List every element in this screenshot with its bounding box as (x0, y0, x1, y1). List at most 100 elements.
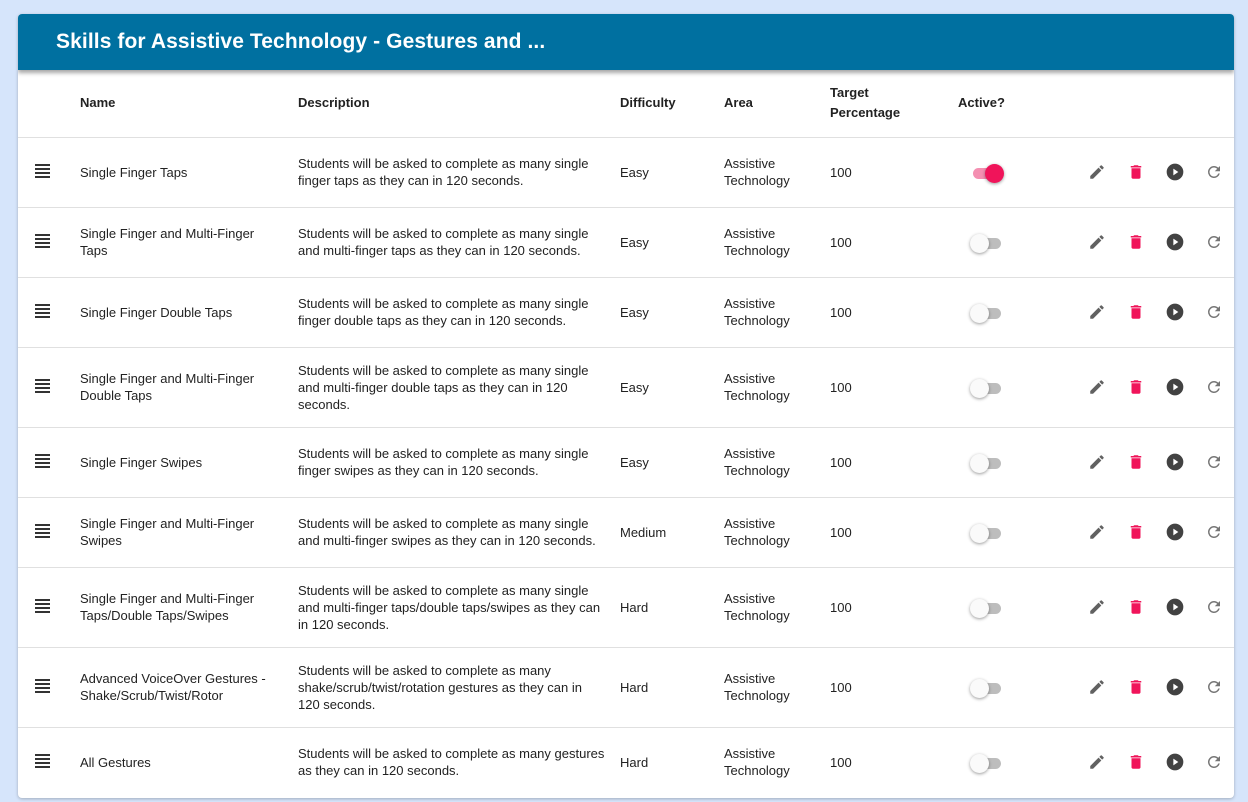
drag-handle-icon[interactable] (35, 304, 50, 318)
pencil-icon (1089, 165, 1104, 179)
drag-handle-icon[interactable] (35, 679, 50, 693)
header-target-percentage[interactable]: Target Percentage (830, 70, 958, 137)
play-circle-icon (1166, 753, 1184, 771)
skill-difficulty: Easy (620, 304, 649, 320)
reset-button[interactable] (1195, 673, 1234, 701)
reset-button[interactable] (1195, 158, 1234, 186)
trash-icon (1130, 305, 1142, 319)
play-circle-icon (1166, 233, 1184, 251)
pencil-icon (1089, 600, 1104, 614)
header-handle (18, 70, 80, 137)
drag-handle-icon[interactable] (35, 524, 50, 538)
active-toggle[interactable] (970, 232, 1004, 253)
header-name[interactable]: Name (80, 70, 298, 137)
edit-button[interactable] (1077, 448, 1116, 476)
skill-area: Assistive Technology (724, 371, 790, 403)
delete-button[interactable] (1116, 673, 1155, 701)
refresh-icon (1208, 235, 1221, 248)
table-row: Single Finger Double Taps Students will … (18, 276, 1234, 347)
skill-description: Students will be asked to complete as ma… (298, 296, 589, 328)
edit-button[interactable] (1077, 518, 1116, 546)
drag-handle-icon[interactable] (35, 754, 50, 769)
edit-button[interactable] (1077, 673, 1116, 701)
reset-button[interactable] (1195, 448, 1234, 476)
trash-icon (1130, 680, 1142, 694)
table-row: Single Finger Taps Students will be aske… (18, 136, 1234, 207)
skill-target: 100 (830, 679, 852, 695)
skill-difficulty: Easy (620, 454, 649, 470)
drag-handle-icon[interactable] (35, 379, 50, 393)
play-button[interactable] (1156, 593, 1195, 621)
play-button[interactable] (1156, 373, 1195, 401)
skill-target: 100 (830, 524, 852, 540)
play-button[interactable] (1156, 448, 1195, 476)
skill-target: 100 (830, 599, 852, 615)
play-button[interactable] (1156, 673, 1195, 701)
skill-difficulty: Hard (620, 599, 649, 615)
play-button[interactable] (1156, 518, 1195, 546)
active-toggle[interactable] (970, 752, 1004, 774)
edit-button[interactable] (1077, 593, 1116, 621)
page-title: Skills for Assistive Technology - Gestur… (56, 30, 546, 53)
play-button[interactable] (1156, 298, 1195, 326)
skill-area: Assistive Technology (724, 746, 790, 779)
skill-description: Students will be asked to complete as ma… (298, 226, 589, 258)
header-area[interactable]: Area (724, 70, 830, 137)
header-actions (1064, 70, 1234, 137)
drag-handle-icon[interactable] (35, 234, 50, 248)
reset-button[interactable] (1195, 298, 1234, 326)
trash-icon (1130, 235, 1142, 249)
trash-icon (1130, 600, 1142, 614)
play-button[interactable] (1156, 158, 1195, 186)
reset-button[interactable] (1195, 518, 1234, 546)
table-row: Single Finger and Multi-Finger Double Ta… (18, 346, 1234, 427)
skill-area: Assistive Technology (724, 591, 790, 623)
delete-button[interactable] (1116, 298, 1155, 326)
active-toggle[interactable] (970, 162, 1004, 183)
delete-button[interactable] (1116, 448, 1155, 476)
skill-description: Students will be asked to complete as ma… (298, 746, 605, 779)
delete-button[interactable] (1116, 158, 1155, 186)
active-toggle[interactable] (970, 377, 1004, 398)
edit-button[interactable] (1077, 373, 1116, 401)
table-row: Single Finger Swipes Students will be as… (18, 426, 1234, 497)
delete-button[interactable] (1116, 373, 1155, 401)
header-difficulty[interactable]: Difficulty (620, 70, 724, 137)
play-button[interactable] (1156, 748, 1195, 776)
active-toggle[interactable] (970, 597, 1004, 618)
skill-area: Assistive Technology (724, 516, 790, 548)
header-description[interactable]: Description (298, 70, 620, 137)
card-header: Skills for Assistive Technology - Gestur… (18, 14, 1234, 70)
skill-area: Assistive Technology (724, 446, 790, 478)
active-toggle[interactable] (970, 677, 1004, 698)
play-button[interactable] (1156, 228, 1195, 256)
drag-handle-icon[interactable] (35, 599, 50, 613)
refresh-icon (1208, 756, 1221, 769)
header-active[interactable]: Active? (958, 70, 1064, 137)
delete-button[interactable] (1116, 228, 1155, 256)
active-toggle[interactable] (970, 452, 1004, 473)
drag-handle-icon[interactable] (35, 454, 50, 468)
reset-button[interactable] (1195, 748, 1234, 776)
edit-button[interactable] (1077, 228, 1116, 256)
header-target-line1: Target (830, 85, 869, 101)
active-toggle[interactable] (970, 302, 1004, 323)
reset-button[interactable] (1195, 373, 1234, 401)
skill-name: Single Finger Taps (80, 164, 188, 180)
pencil-icon (1089, 755, 1104, 769)
edit-button[interactable] (1077, 158, 1116, 186)
delete-button[interactable] (1116, 593, 1155, 621)
edit-button[interactable] (1077, 748, 1116, 776)
delete-button[interactable] (1116, 518, 1155, 546)
skill-difficulty: Hard (620, 754, 649, 770)
skill-name: Single Finger and Multi-Finger Double Ta… (80, 371, 255, 403)
edit-button[interactable] (1077, 298, 1116, 326)
reset-button[interactable] (1195, 593, 1234, 621)
play-circle-icon (1166, 378, 1184, 396)
active-toggle[interactable] (970, 522, 1004, 543)
skill-name: Single Finger Double Taps (80, 304, 233, 320)
reset-button[interactable] (1195, 228, 1234, 256)
skill-target: 100 (830, 304, 852, 320)
delete-button[interactable] (1116, 748, 1155, 776)
drag-handle-icon[interactable] (35, 164, 50, 178)
